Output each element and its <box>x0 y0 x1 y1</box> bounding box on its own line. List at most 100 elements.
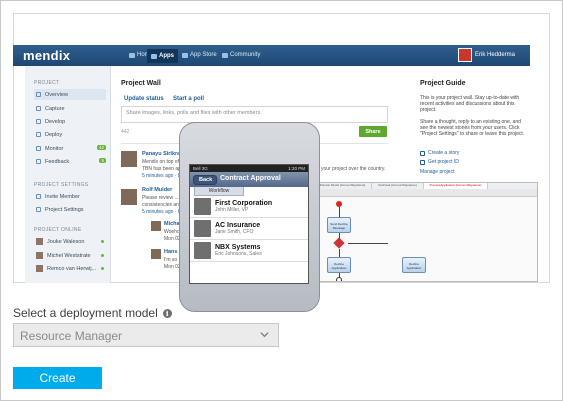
reply-text: I'm so <box>164 257 178 263</box>
post-text: Mendix on top of <box>142 159 179 165</box>
blade-panel: mendix Home Apps App Store Community Eri… <box>0 0 563 401</box>
contact-photo <box>194 198 211 215</box>
editor-tab: Domain Model [AccountSignature] <box>314 183 373 189</box>
mendix-topbar <box>13 45 530 66</box>
post-text-tail: your project over the country. <box>321 166 386 172</box>
deployment-model-selected: Resource Manager <box>20 329 123 343</box>
deployment-model-label: Select a deployment model i <box>13 306 172 320</box>
avatar <box>36 238 43 245</box>
post-text: TBN has been app <box>142 166 184 172</box>
online-dot <box>101 240 104 243</box>
nav-apps: Apps <box>147 49 178 63</box>
avatar <box>36 252 43 259</box>
phone-screen: Bell 3G 1:20 PM Back Contract Approval W… <box>189 164 309 284</box>
share-meta: 442 <box>121 129 130 135</box>
reply-avatar <box>151 249 161 259</box>
sidebar-item-project-settings: Project Settings <box>34 204 106 215</box>
contact-photo <box>194 220 211 237</box>
workflow-connector <box>348 243 388 244</box>
post-author: Panayu Sirikra <box>142 151 181 157</box>
chevron-down-icon <box>260 332 269 338</box>
sidebar-heading-settings: PROJECT SETTINGS <box>34 182 89 188</box>
editor-tab: DocDesk [AccountSignature] <box>372 183 424 189</box>
phone-status-bar: Bell 3G 1:20 PM <box>190 165 308 172</box>
post-text: Please review ... <box>142 195 179 201</box>
workflow-gateway <box>333 237 345 249</box>
sidebar-item-invite-member: Invite Member <box>34 191 106 202</box>
nav-app-store: App Store <box>182 52 217 58</box>
post-author: Rolf Mulder <box>142 187 173 193</box>
feedback-icon <box>36 159 41 164</box>
project-wall-title: Project Wall <box>121 80 161 87</box>
share-input: Share images, links, polls and files wit… <box>121 106 388 123</box>
phone-nav-bar: Back Contract Approval <box>190 172 308 187</box>
monitor-badge: 42 <box>96 145 106 150</box>
workflow-node: Decline Application <box>402 257 426 273</box>
list-item: AC Insurance Jane Smith, CFO <box>190 218 308 240</box>
workflow-connector <box>339 249 340 257</box>
start-poll-link: Start a poll <box>173 96 205 102</box>
post-avatar <box>121 189 137 205</box>
id-icon <box>420 159 425 165</box>
create-button[interactable]: Create <box>13 367 102 389</box>
apps-icon <box>151 53 157 59</box>
online-dot <box>101 254 104 257</box>
info-icon[interactable]: i <box>162 308 172 318</box>
deployment-model-label-text: Select a deployment model <box>13 306 158 320</box>
invite-icon <box>36 194 41 199</box>
online-member: Remco van Herwij... <box>34 263 106 274</box>
reply-avatar <box>151 221 161 231</box>
avatar <box>36 265 43 272</box>
capture-icon <box>36 106 41 111</box>
guide-paragraph: This is your project wall. Stay up-to-da… <box>420 95 520 113</box>
home-icon <box>129 52 135 58</box>
contact-photo <box>194 242 211 259</box>
list-item: NBX Systems Eric Johnsons, Sales <box>190 240 308 262</box>
community-icon <box>222 52 228 58</box>
sidebar-heading-project: PROJECT <box>34 80 60 86</box>
overview-icon <box>36 92 41 97</box>
editor-toolbar <box>286 189 537 197</box>
nav-community: Community <box>222 52 260 58</box>
workflow-connector <box>339 207 340 217</box>
post-text: consistencies an <box>142 202 179 208</box>
sidebar-item-monitor: Monitor 42 <box>34 143 106 154</box>
editor-tab-active: ProcessApplication [AccountSignature] <box>423 183 489 189</box>
back-button: Back <box>193 174 218 185</box>
guide-paragraph: Share a thought, reply to an existing on… <box>420 119 525 137</box>
story-icon <box>420 150 425 156</box>
guide-link-project-id: Get project ID <box>420 159 459 165</box>
guide-link-create-story: Create a story <box>420 150 459 156</box>
store-icon <box>182 52 188 58</box>
post-avatar <box>121 151 137 167</box>
deployment-model-select[interactable]: Resource Manager <box>13 323 279 347</box>
sidebar-heading-online: PROJECT ONLINE <box>34 227 82 233</box>
workflow-editor: Dashboard Domain Model [AccountSignature… <box>285 182 538 282</box>
sidebar-item-capture: Capture <box>34 103 106 114</box>
deploy-icon <box>36 132 41 137</box>
online-member: Jouke Waleson <box>34 236 106 247</box>
online-dot <box>101 267 104 270</box>
sidebar-item-develop: Develop <box>34 116 106 127</box>
sidebar-item-deploy: Deploy <box>34 129 106 140</box>
list-item: First Corporation John Miller, VP <box>190 196 308 218</box>
workflow-node: Send Decline Message <box>327 217 351 233</box>
phone-title: Contract Approval <box>220 175 281 182</box>
user-avatar <box>458 48 472 62</box>
workflow-node: Decline Application <box>327 257 351 273</box>
sidebar-item-feedback: Feedback 5 <box>34 156 106 167</box>
mendix-logo: mendix <box>23 48 71 63</box>
sidebar-item-overview: Overview <box>34 89 106 100</box>
monitor-icon <box>36 146 41 151</box>
post-meta: 5 minutes ago · Li <box>142 209 182 215</box>
workflow-tab: Workflow <box>194 187 244 196</box>
update-status-link: Update status <box>124 96 164 102</box>
project-guide-title: Project Guide <box>420 80 466 87</box>
develop-icon <box>36 119 41 124</box>
reply-author: Hans <box>164 249 178 255</box>
reply-text: Woeho <box>164 229 180 235</box>
feedback-badge: 5 <box>99 158 106 163</box>
online-member: Michel Weststrate <box>34 250 106 261</box>
share-button: Share <box>359 126 387 137</box>
settings-icon <box>36 207 41 212</box>
